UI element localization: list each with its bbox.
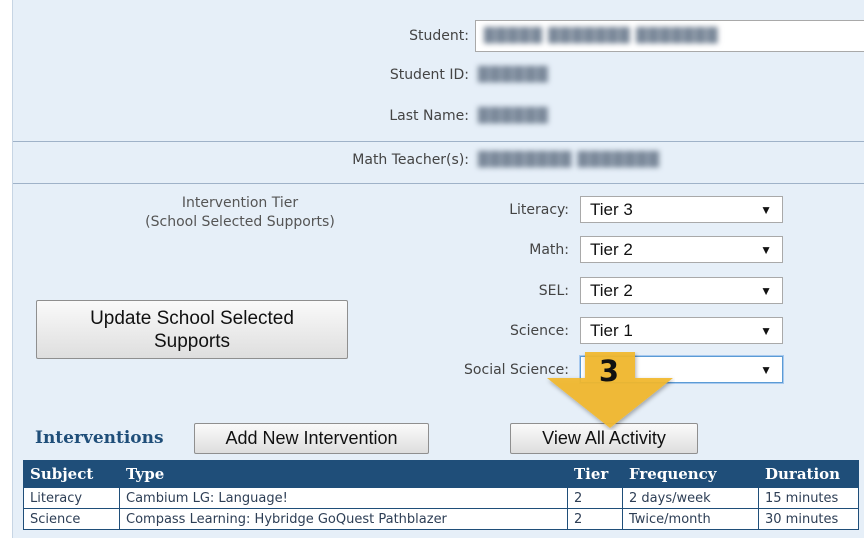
intervention-tier-heading: Intervention Tier (School Selected Suppo… (85, 194, 395, 232)
student-label: Student: (409, 28, 469, 44)
update-button-line1: Update School Selected (90, 308, 294, 329)
column-header-subject[interactable]: Subject (23, 460, 120, 488)
interventions-table: Subject Type Tier Frequency Duration Lit… (23, 460, 859, 530)
update-button-line2: Supports (153, 331, 231, 352)
dropdown-arrow-icon: ▼ (760, 324, 772, 338)
dropdown-arrow-icon: ▼ (760, 203, 772, 217)
cell-subject: Science (23, 508, 120, 530)
divider-middle (13, 183, 864, 184)
view-all-activity-button[interactable]: View All Activity (510, 423, 698, 454)
column-header-type[interactable]: Type (119, 460, 568, 488)
dropdown-arrow-icon: ▼ (760, 284, 772, 298)
last-name-value: ██████ (478, 108, 549, 124)
student-id-label: Student ID: (389, 67, 469, 83)
literacy-tier-value: Tier 3 (590, 200, 633, 219)
page: Student: █████ ███████ ███████ Student I… (0, 0, 864, 538)
cell-frequency: Twice/month (622, 508, 759, 530)
math-label: Math: (529, 242, 569, 258)
sel-tier-value: Tier 2 (590, 281, 633, 300)
cell-frequency: 2 days/week (622, 487, 759, 509)
table-header-row: Subject Type Tier Frequency Duration (23, 460, 859, 488)
last-name-label: Last Name: (389, 108, 469, 124)
intervention-tier-heading-line1: Intervention Tier (181, 195, 299, 211)
interventions-title: Interventions (35, 428, 164, 448)
literacy-tier-select[interactable]: Tier 3 ▼ (580, 196, 783, 223)
sel-tier-select[interactable]: Tier 2 ▼ (580, 277, 783, 304)
intervention-tier-heading-line2: (School Selected Supports) (145, 214, 335, 230)
divider-top (13, 141, 864, 142)
column-header-tier[interactable]: Tier (567, 460, 623, 488)
math-teacher-label: Math Teacher(s): (352, 152, 469, 168)
column-header-duration[interactable]: Duration (758, 460, 859, 488)
science-tier-select[interactable]: Tier 1 ▼ (580, 317, 783, 344)
cell-tier: 2 (567, 487, 623, 509)
dropdown-arrow-icon: ▼ (760, 243, 772, 257)
math-teacher-value: ████████ ███████ (478, 152, 660, 168)
cell-type: Cambium LG: Language! (119, 487, 568, 509)
add-new-intervention-button[interactable]: Add New Intervention (194, 423, 429, 454)
update-school-selected-supports-button[interactable]: Update School Selected Supports (36, 300, 348, 359)
cell-subject: Literacy (23, 487, 120, 509)
student-support-panel: Student: █████ ███████ ███████ Student I… (12, 0, 864, 538)
social-science-label: Social Science: (464, 362, 569, 378)
math-tier-value: Tier 2 (590, 240, 633, 259)
cell-tier: 2 (567, 508, 623, 530)
table-row[interactable]: Literacy Cambium LG: Language! 2 2 days/… (23, 487, 859, 509)
student-id-value: ██████ (478, 67, 549, 83)
social-science-tier-select[interactable]: ▼ (580, 356, 783, 383)
science-tier-value: Tier 1 (590, 321, 633, 340)
math-tier-select[interactable]: Tier 2 ▼ (580, 236, 783, 263)
cell-duration: 15 minutes (758, 487, 859, 509)
cell-duration: 30 minutes (758, 508, 859, 530)
literacy-label: Literacy: (509, 202, 569, 218)
column-header-frequency[interactable]: Frequency (622, 460, 759, 488)
student-field-value: █████ ███████ ███████ (484, 28, 719, 44)
student-field[interactable]: █████ ███████ ███████ (475, 20, 864, 52)
table-row[interactable]: Science Compass Learning: Hybridge GoQue… (23, 508, 859, 530)
cell-type: Compass Learning: Hybridge GoQuest Pathb… (119, 508, 568, 530)
sel-label: SEL: (538, 283, 569, 299)
science-label: Science: (510, 323, 569, 339)
dropdown-arrow-icon: ▼ (760, 363, 772, 377)
